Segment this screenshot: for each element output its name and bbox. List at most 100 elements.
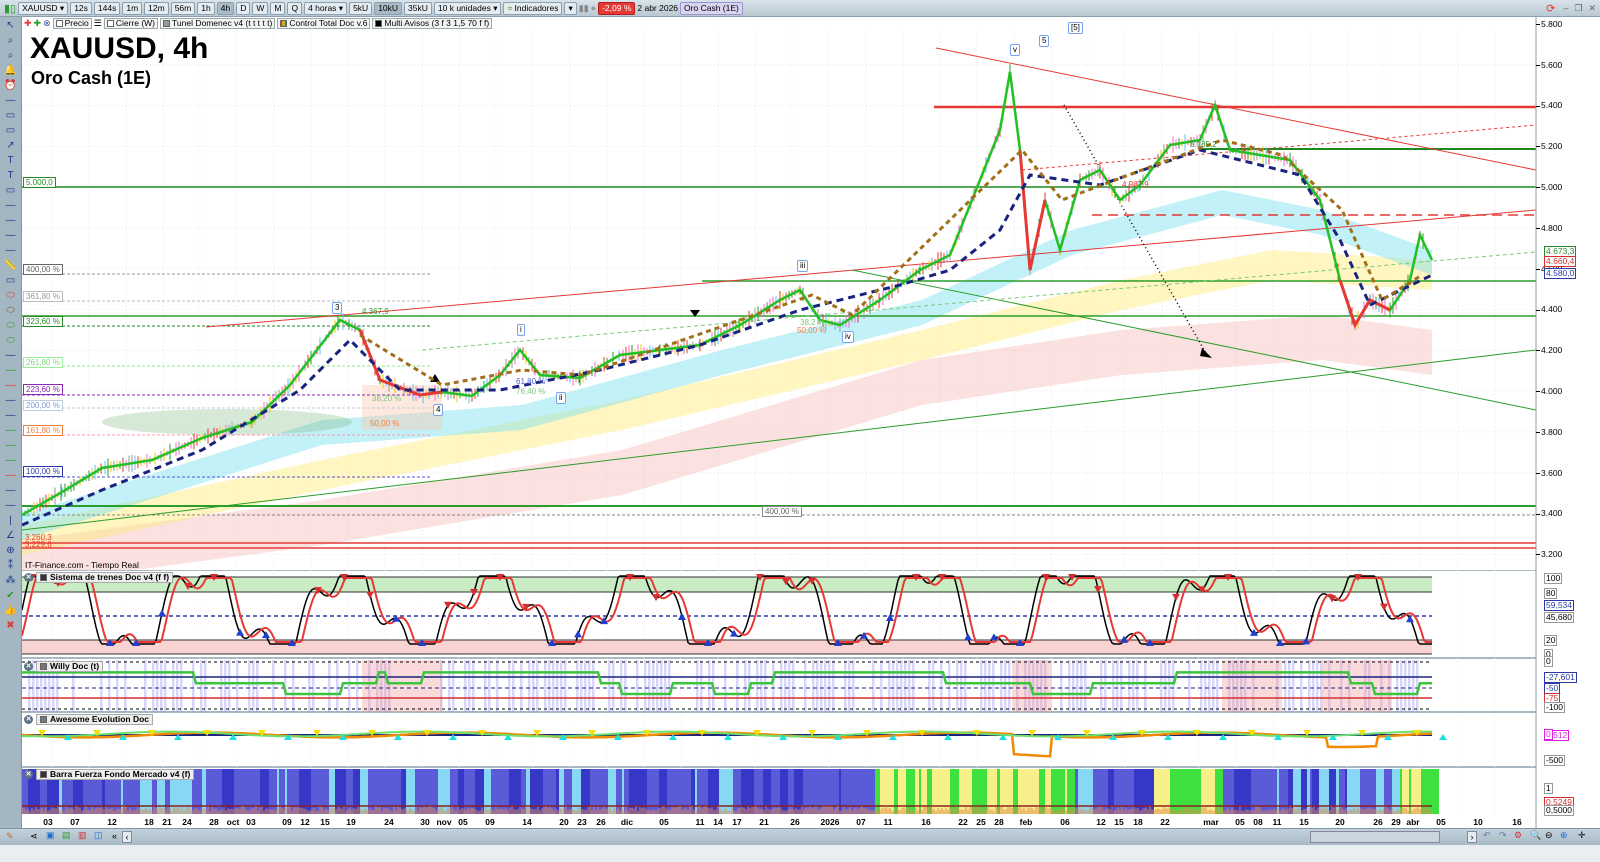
timeframe-1m[interactable]: 1m	[122, 1, 143, 15]
v-line-tool-icon[interactable]: |	[4, 515, 18, 527]
close-panel-icon[interactable]: ✕	[24, 715, 33, 724]
timeframe-144s[interactable]: 144s	[93, 1, 121, 15]
h-line-2-tool-icon[interactable]: —	[4, 215, 18, 227]
line-salmon-tool-icon[interactable]: —	[4, 410, 18, 422]
legend-precio[interactable]: Precio	[52, 18, 92, 29]
symbol-select[interactable]: XAUUSD ▾	[18, 1, 69, 15]
zoom-in-icon[interactable]: ⊕	[1560, 830, 1568, 841]
indicators-list-icon[interactable]: ▥	[78, 830, 87, 841]
line-gray-tool-icon[interactable]: —	[4, 350, 18, 362]
scroll-left-icon[interactable]: «	[112, 831, 117, 841]
channel-tool-icon[interactable]: ▭	[4, 275, 18, 287]
arrows-tool-icon[interactable]: ▭	[4, 110, 18, 122]
share-icon[interactable]: ⋖	[30, 831, 38, 842]
scrollbar-left-button[interactable]: ‹	[122, 831, 132, 843]
indicators-button[interactable]: ≈ Indicadores	[503, 1, 563, 15]
candle-settings-icon[interactable]: ⚙	[1514, 830, 1522, 841]
elliott-abc-tool-icon[interactable]: ⁂	[4, 575, 18, 587]
line-green-tool-icon[interactable]: —	[4, 365, 18, 377]
pause-icon[interactable]: ▮▮	[579, 3, 589, 14]
panel-label[interactable]: Awesome Evolution Doc	[36, 714, 154, 725]
text-tool-icon[interactable]: T	[4, 155, 18, 167]
indicators-dropdown[interactable]: ▾	[564, 1, 577, 15]
zoom-out-icon[interactable]: ⊖	[1545, 830, 1553, 841]
zoom-fit-icon[interactable]: 🔍	[1530, 830, 1541, 841]
line-blue-tool-icon[interactable]: —	[4, 485, 18, 497]
undo-icon[interactable]: ↶	[1483, 830, 1491, 841]
unit-5kU[interactable]: 5kU	[349, 1, 373, 15]
legend-multi-avisos[interactable]: Multi Avisos (3 f 3 1,5 70 f f)	[372, 18, 493, 29]
rectangle-tool-icon[interactable]: ▭	[4, 125, 18, 137]
line-navy-tool-icon[interactable]: —	[4, 500, 18, 512]
alarm-tool-icon[interactable]: ⏰	[4, 80, 18, 92]
line-green2-tool-icon[interactable]: —	[4, 455, 18, 467]
arrow-tool-icon[interactable]: ↗	[4, 140, 18, 152]
unit-select[interactable]: 10 k unidades ▾	[433, 1, 502, 15]
text-bubble-tool-icon[interactable]: T	[4, 170, 18, 182]
close-panel-icon[interactable]: ✕	[24, 573, 33, 582]
close-panel-icon[interactable]: ✕	[24, 662, 33, 671]
timeframe-D[interactable]: D	[236, 1, 251, 15]
timeframe-12m[interactable]: 12m	[144, 1, 169, 15]
layout-icon[interactable]: ▤	[62, 830, 71, 841]
angle-tool-icon[interactable]: ∠	[4, 530, 18, 542]
line-ruler-tool-icon[interactable]: —	[4, 95, 18, 107]
timeframe-1h[interactable]: 1h	[197, 1, 215, 15]
zoom-tool-icon[interactable]: ⌕	[4, 35, 18, 47]
crosshair-icon[interactable]: ✛	[1578, 830, 1586, 841]
timeframe-W[interactable]: W	[252, 1, 269, 15]
price-chart[interactable]	[22, 30, 1536, 570]
list-icon[interactable]: ☰	[94, 18, 102, 29]
add-red-icon[interactable]: ✚	[24, 18, 32, 29]
h-line-1-tool-icon[interactable]: —	[4, 200, 18, 212]
scrollbar-right-button[interactable]: ›	[1467, 831, 1477, 843]
magnifier-tool-icon[interactable]: ⌕	[4, 50, 18, 62]
target-tool-icon[interactable]: ⊕	[4, 545, 18, 557]
timeframe-Q[interactable]: Q	[287, 1, 303, 15]
panel-label[interactable]: Barra Fuerza Fondo Mercado v4 (f)	[36, 769, 195, 780]
h-line-3-tool-icon[interactable]: —	[4, 230, 18, 242]
bell-tool-icon[interactable]: 🔔	[4, 65, 18, 77]
close-panel-icon[interactable]: ✕	[24, 770, 33, 779]
timeframe-12s[interactable]: 12s	[70, 1, 92, 15]
ellipse-green2-tool-icon[interactable]: ⬭	[4, 335, 18, 347]
h-line-4-tool-icon[interactable]: —	[4, 245, 18, 257]
panel-label[interactable]: Willy Doc (t)	[36, 661, 104, 672]
draw-pencil-icon[interactable]: ✎	[6, 831, 14, 842]
check-tool-icon[interactable]: ✔	[4, 590, 18, 602]
ellipse-green-tool-icon[interactable]: ⬭	[4, 320, 18, 332]
segment-tool-icon[interactable]: ▭	[4, 185, 18, 197]
line-dkgreen-tool-icon[interactable]: —	[4, 440, 18, 452]
ellipse-brown-tool-icon[interactable]: ⬭	[4, 305, 18, 317]
horizontal-scrollbar-thumb[interactable]	[1310, 831, 1440, 843]
thumb-up-tool-icon[interactable]: 👍	[4, 605, 18, 617]
cursor-tool-icon[interactable]: ↖	[4, 20, 18, 32]
chart-type-icon[interactable]: ▮▯	[4, 2, 16, 15]
chat-icon[interactable]: ▣	[46, 830, 55, 841]
indicator-panels[interactable]	[22, 570, 1536, 816]
timeframe-M[interactable]: M	[270, 1, 286, 15]
add-green-icon[interactable]: ✚	[34, 18, 42, 29]
refresh-icon[interactable]: ⟳	[1546, 2, 1555, 15]
settings-icon[interactable]: ⊗	[43, 18, 51, 29]
window-icon[interactable]: ◫	[94, 830, 103, 841]
line-red-tool-icon[interactable]: —	[4, 380, 18, 392]
line-lime-tool-icon[interactable]: —	[4, 425, 18, 437]
elliott-wave-tool-icon[interactable]: ⁑	[4, 560, 18, 572]
ruler-tool-icon[interactable]: 📏	[4, 260, 18, 272]
panel-label[interactable]: Sistema de trenes Doc v4 (f f)	[36, 572, 174, 583]
legend-cierre[interactable]: Cierre (W)	[103, 18, 159, 29]
restore-icon[interactable]: ❐	[1574, 3, 1582, 14]
legend-control-total[interactable]: Control Total Doc v.6	[277, 18, 371, 29]
minimize-icon[interactable]: –	[1563, 3, 1568, 13]
line-red2-tool-icon[interactable]: —	[4, 470, 18, 482]
unit-35kU[interactable]: 35kU	[404, 1, 432, 15]
ellipse-red-tool-icon[interactable]: ⬭	[4, 290, 18, 302]
timeframe-4h[interactable]: 4h	[216, 1, 235, 15]
period-select[interactable]: 4 horas ▾	[304, 1, 348, 15]
delete-tool-icon[interactable]: ✖	[4, 620, 18, 632]
redo-icon[interactable]: ↷	[1499, 830, 1507, 841]
legend-tunel[interactable]: Tunel Domenec v4 (t t t t t)	[160, 18, 276, 29]
timeframe-56m[interactable]: 56m	[170, 1, 196, 15]
line-black-tool-icon[interactable]: —	[4, 395, 18, 407]
